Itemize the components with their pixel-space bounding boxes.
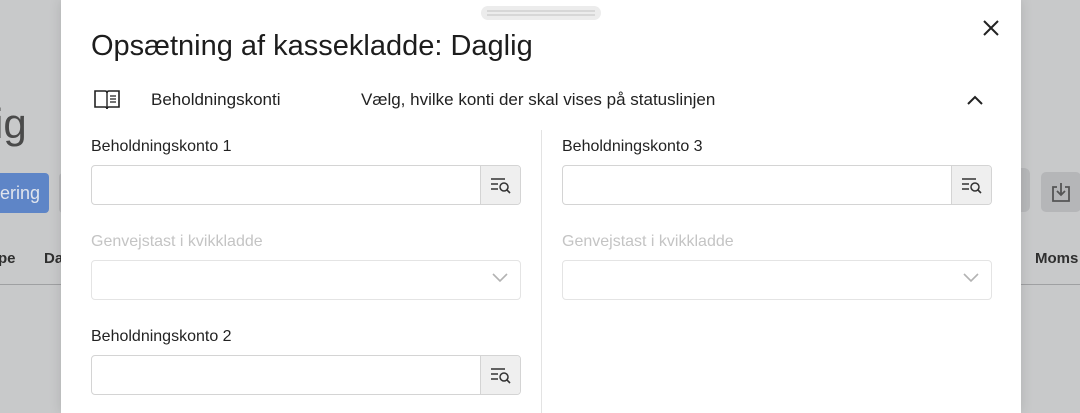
account1-field [91, 165, 521, 205]
shortcut3-select[interactable] [562, 260, 992, 300]
account3-input[interactable] [563, 166, 953, 204]
setup-dialog: Opsætning af kassekladde: Daglig Beholdn… [61, 0, 1021, 413]
dialog-title: Opsætning af kassekladde: Daglig [91, 30, 533, 62]
download-icon [1052, 183, 1070, 202]
list-search-icon [490, 368, 511, 384]
background-page-title: ig [0, 100, 27, 147]
chevron-up-icon [967, 95, 983, 105]
book-icon [93, 88, 121, 115]
list-search-icon [961, 178, 982, 194]
background-column-header: pe [0, 250, 16, 267]
account2-field [91, 355, 521, 395]
shortcut1-label: Genvejstast i kvikkladde [91, 233, 263, 250]
background-column-header: Moms [1035, 250, 1079, 267]
account1-lookup-button[interactable] [480, 166, 520, 204]
shortcut1-select[interactable] [91, 260, 521, 300]
section-label: Beholdningskonti [151, 90, 281, 109]
section-description: Vælg, hvilke konti der skal vises på sta… [361, 90, 716, 109]
account3-label: Beholdningskonto 3 [562, 138, 703, 155]
column-divider [541, 130, 542, 413]
account3-field [562, 165, 992, 205]
account2-lookup-button[interactable] [480, 356, 520, 394]
background-download-button [1041, 172, 1080, 212]
account2-input[interactable] [92, 356, 482, 394]
account2-label: Beholdningskonto 2 [91, 328, 232, 345]
account3-lookup-button[interactable] [951, 166, 991, 204]
shortcut3-label: Genvejstast i kvikkladde [562, 233, 734, 250]
section-header-holding-accounts[interactable]: Beholdningskonti Vælg, hvilke konti der … [91, 86, 991, 114]
drag-handle[interactable] [481, 6, 601, 20]
background-primary-button: ering [0, 173, 49, 213]
chevron-down-icon [492, 273, 508, 283]
account1-input[interactable] [92, 166, 482, 204]
chevron-down-icon [963, 273, 979, 283]
close-button[interactable] [979, 16, 1003, 40]
account1-label: Beholdningskonto 1 [91, 138, 232, 155]
collapse-section-button[interactable] [963, 88, 987, 112]
list-search-icon [490, 178, 511, 194]
close-icon [983, 20, 999, 36]
